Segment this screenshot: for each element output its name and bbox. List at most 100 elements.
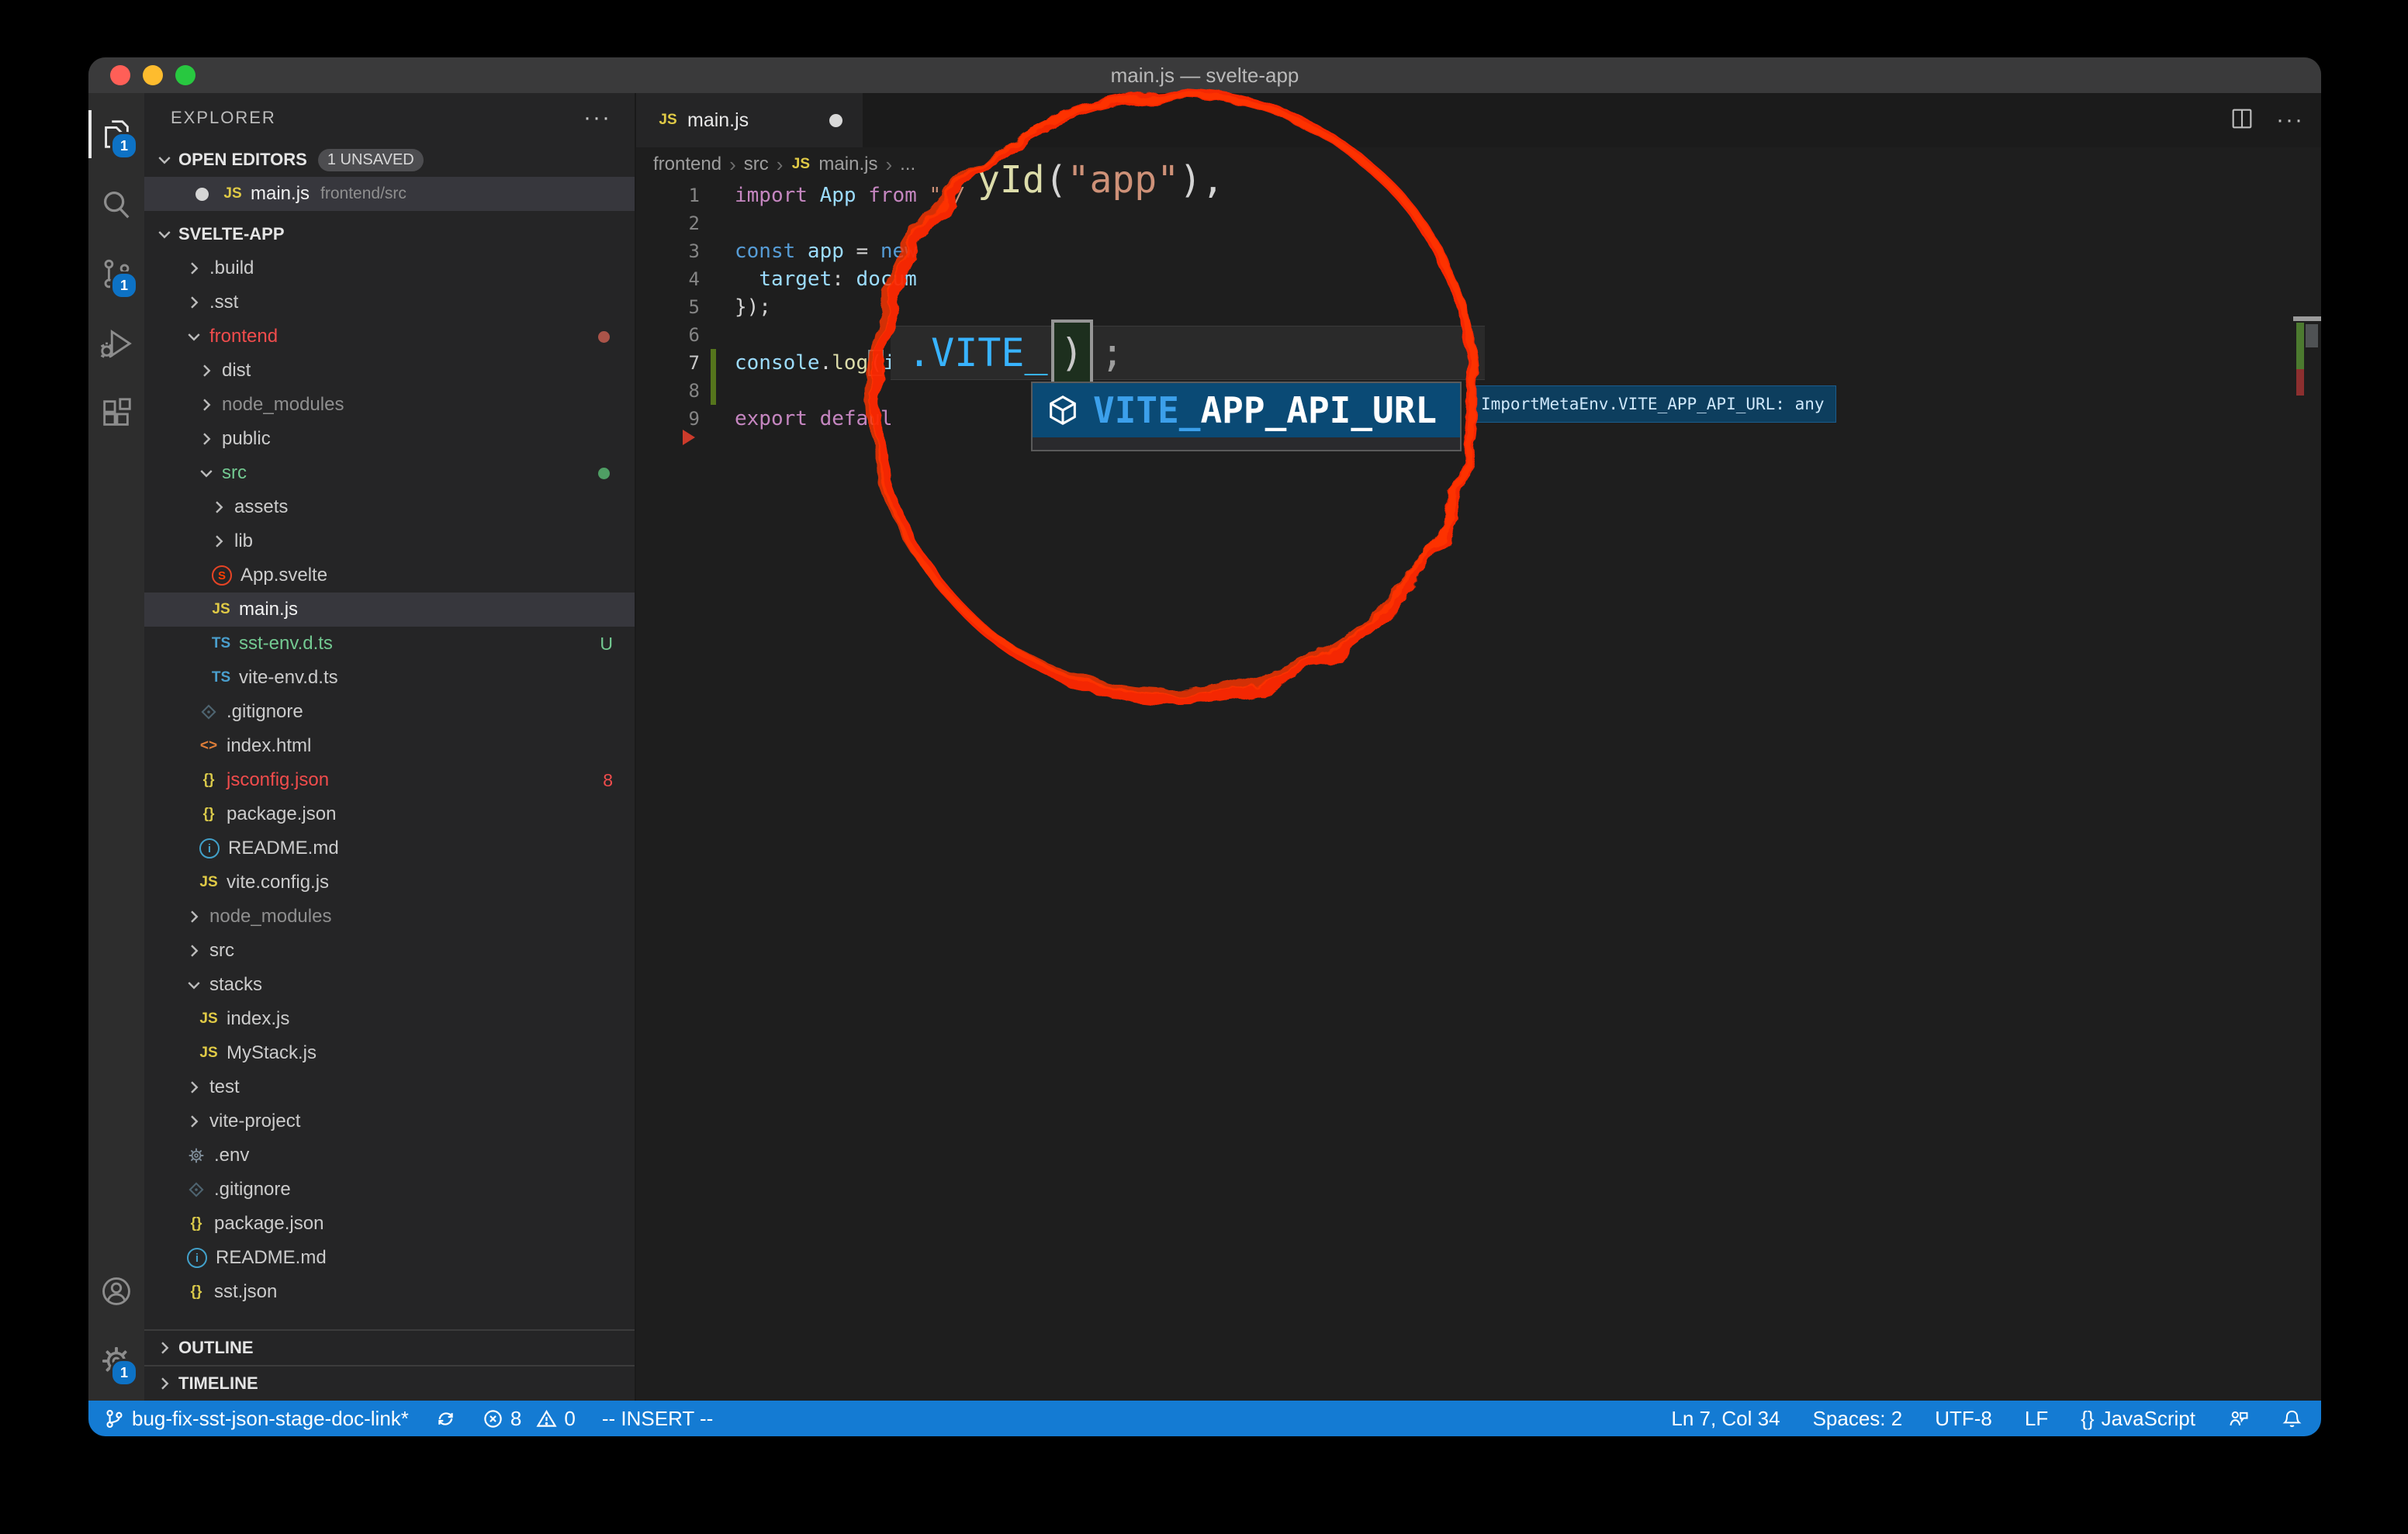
tree-item-.env[interactable]: .env xyxy=(144,1138,635,1173)
tree-item-README.md[interactable]: iREADME.md xyxy=(144,1241,635,1275)
tree-item-frontend[interactable]: frontend xyxy=(144,320,635,354)
breadcrumb-tail[interactable]: ... xyxy=(900,154,915,175)
unsaved-dot-icon[interactable] xyxy=(829,114,842,127)
tree-item-jsconfig.json[interactable]: {}jsconfig.json8 xyxy=(144,763,635,797)
window-title: main.js — svelte-app xyxy=(1111,64,1299,88)
open-editors-section-header[interactable]: OPEN EDITORS 1 UNSAVED xyxy=(144,143,635,177)
tree-item-main.js[interactable]: JSmain.js xyxy=(144,593,635,627)
code-line-2[interactable]: 2 xyxy=(636,209,2321,237)
sidebar-more-actions-icon[interactable]: ··· xyxy=(583,114,611,122)
scrollbar-thumb[interactable] xyxy=(2306,324,2318,347)
tree-item-package.json[interactable]: {}package.json xyxy=(144,797,635,831)
suggest-item-selected[interactable]: VITE_APP_API_URL xyxy=(1033,383,1460,437)
encoding-setting[interactable]: UTF-8 xyxy=(1935,1407,1992,1431)
breadcrumb[interactable]: frontend › src › JS main.js › ... xyxy=(636,147,2321,181)
tree-item-sst-env.d.ts[interactable]: TSsst-env.d.tsU xyxy=(144,627,635,661)
tree-item-node-modules[interactable]: node_modules xyxy=(144,900,635,934)
magnified-typed-text: .VITE_ xyxy=(908,330,1048,375)
tree-item-src[interactable]: src xyxy=(144,934,635,968)
activity-bar-item-run-and-debug[interactable] xyxy=(88,309,144,378)
split-editor-icon[interactable] xyxy=(2230,106,2254,135)
tree-item-label: package.json xyxy=(227,803,336,825)
tree-item-index.html[interactable]: <>index.html xyxy=(144,729,635,763)
notifications-button[interactable] xyxy=(2282,1408,2302,1429)
open-editors-label: OPEN EDITORS xyxy=(178,150,307,170)
tree-item-label: node_modules xyxy=(222,394,344,416)
activity-bar-item-extensions[interactable] xyxy=(88,378,144,448)
activity-bar-item-source-control[interactable]: 1 xyxy=(88,239,144,309)
tab-main-js[interactable]: JS main.js xyxy=(636,93,863,147)
bell-icon xyxy=(2282,1408,2302,1429)
warnings-icon xyxy=(536,1408,557,1429)
tree-item-vite-env.d.ts[interactable]: TSvite-env.d.ts xyxy=(144,661,635,695)
activity-bar-top: 11 xyxy=(88,99,144,448)
minimize-window-icon[interactable] xyxy=(143,65,163,85)
outline-section-header[interactable]: OUTLINE xyxy=(144,1329,635,1365)
breadcrumb-file[interactable]: main.js xyxy=(818,154,877,175)
overview-ruler-cursor-mark xyxy=(2293,316,2321,321)
feedback-button[interactable] xyxy=(2228,1408,2249,1429)
code-line-5[interactable]: 5}); xyxy=(636,293,2321,321)
activity-bar-item-manage[interactable]: 1 xyxy=(88,1326,144,1396)
js-file-icon: JS xyxy=(791,156,811,173)
eol-setting[interactable]: LF xyxy=(2025,1407,2048,1431)
tree-item-label: index.js xyxy=(227,1008,289,1030)
editor-more-actions-icon[interactable]: ··· xyxy=(2276,116,2304,124)
chevron-right-icon xyxy=(185,1112,203,1131)
tree-item-.sst[interactable]: .sst xyxy=(144,285,635,320)
modified-dot-icon xyxy=(195,188,209,201)
breadcrumb-item[interactable]: src xyxy=(744,154,769,175)
activity-bar-item-accounts[interactable] xyxy=(88,1256,144,1326)
tree-item-stacks[interactable]: stacks xyxy=(144,968,635,1002)
chevron-right-icon xyxy=(197,361,216,380)
tree-item-src[interactable]: src xyxy=(144,456,635,490)
js-file-icon: JS xyxy=(656,112,687,129)
tree-item-index.js[interactable]: JS index.js xyxy=(144,1002,635,1036)
language-mode[interactable]: {} JavaScript xyxy=(2081,1407,2195,1431)
timeline-section-header[interactable]: TIMELINE xyxy=(144,1365,635,1401)
activity-bar-item-explorer[interactable]: 1 xyxy=(88,99,144,169)
tree-item-assets[interactable]: assets xyxy=(144,490,635,524)
tree-item-.gitignore[interactable]: .gitignore xyxy=(144,1173,635,1207)
tree-item-public[interactable]: public xyxy=(144,422,635,456)
open-editor-item-main-js[interactable]: JS main.js frontend/src xyxy=(144,177,635,211)
tree-item-lib[interactable]: lib xyxy=(144,524,635,558)
run-and-debug-icon xyxy=(99,326,134,361)
js-file-icon: JS xyxy=(221,185,251,202)
magnified-code-line: .VITE_ ) ; xyxy=(891,326,1485,380)
tree-item-.gitignore[interactable]: .gitignore xyxy=(144,695,635,729)
sync-button[interactable] xyxy=(435,1408,456,1429)
tree-item-README.md[interactable]: iREADME.md xyxy=(144,831,635,865)
json-file-icon: {} xyxy=(185,1215,208,1232)
indentation-setting[interactable]: Spaces: 2 xyxy=(1813,1407,1903,1431)
tree-item-label: index.html xyxy=(227,735,311,757)
code-line-4[interactable]: 4 target: docum xyxy=(636,265,2321,293)
tree-item-label: README.md xyxy=(228,838,339,859)
code-line-1[interactable]: 1import App from "./ xyxy=(636,181,2321,209)
js-file-icon: JS xyxy=(209,601,233,618)
tree-item-test[interactable]: test xyxy=(144,1070,635,1104)
tree-item-vite.config.js[interactable]: JSvite.config.js xyxy=(144,865,635,900)
tree-item-.build[interactable]: .build xyxy=(144,251,635,285)
close-window-icon[interactable] xyxy=(110,65,130,85)
js-file-icon: JS xyxy=(197,1011,220,1028)
maximize-window-icon[interactable] xyxy=(175,65,195,85)
tree-item-MyStack.js[interactable]: JSMyStack.js xyxy=(144,1036,635,1070)
git-status-badge: 8 xyxy=(603,770,613,791)
problems-status[interactable]: 8 0 xyxy=(483,1407,576,1431)
chevron-down-icon xyxy=(155,150,174,169)
line-number: 6 xyxy=(636,321,700,349)
tree-item-dist[interactable]: dist xyxy=(144,354,635,388)
breadcrumb-item[interactable]: frontend xyxy=(653,154,721,175)
tree-item-sst.json[interactable]: {}sst.json xyxy=(144,1275,635,1309)
cursor-position[interactable]: Ln 7, Col 34 xyxy=(1671,1407,1780,1431)
tree-item-App.svelte[interactable]: SApp.svelte xyxy=(144,558,635,593)
activity-bar-item-search[interactable] xyxy=(88,169,144,239)
git-branch-status[interactable]: bug-fix-sst-json-stage-doc-link* xyxy=(104,1407,409,1431)
tree-item-vite-project[interactable]: vite-project xyxy=(144,1104,635,1138)
vim-mode-indicator[interactable]: -- INSERT -- xyxy=(602,1407,713,1431)
code-line-3[interactable]: 3const app = new xyxy=(636,237,2321,265)
tree-item-package.json[interactable]: {}package.json xyxy=(144,1207,635,1241)
workspace-root-header[interactable]: SVELTE-APP xyxy=(144,217,635,251)
tree-item-node-modules[interactable]: node_modules xyxy=(144,388,635,422)
